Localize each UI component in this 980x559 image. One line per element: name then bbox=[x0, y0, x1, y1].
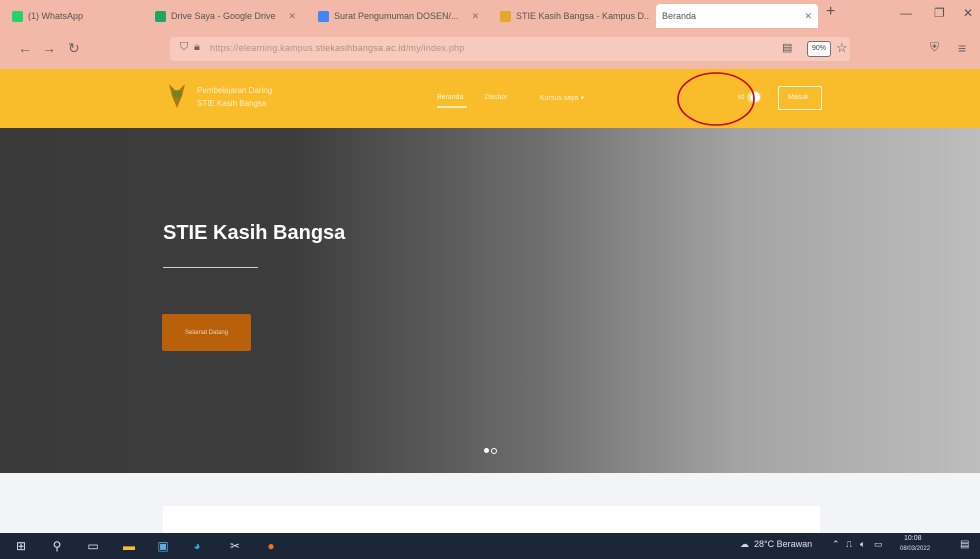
site-header: Pembelajaran Daring STIE Kasih Bangsa Be… bbox=[0, 69, 980, 128]
tab-label: STIE Kasih Bangsa - Kampus D... bbox=[516, 11, 650, 21]
zoom-level[interactable]: 90% bbox=[807, 41, 831, 57]
brand-line-2: STIE Kasih Bangsa bbox=[197, 99, 267, 108]
notification-icon[interactable]: ▤ bbox=[960, 539, 969, 550]
menu-icon[interactable]: ≡ bbox=[958, 40, 966, 56]
windows-taskbar: ⊞ ⚲ ▭ ▬ ▣ ◕ ✂ ● ☁ 28°C Berawan ⌃ ⎍ 🔈︎ ▭ … bbox=[0, 533, 980, 559]
site-icon bbox=[500, 10, 511, 22]
nav-menu: Beranda bbox=[437, 94, 467, 108]
bookmark-star-icon[interactable]: ☆ bbox=[836, 40, 848, 56]
file-explorer-icon[interactable]: ▬ bbox=[122, 539, 136, 553]
hero-divider bbox=[163, 267, 258, 268]
nav-item-dasbor[interactable]: Dasbor bbox=[485, 94, 508, 101]
hero-title: STIE Kasih Bangsa bbox=[163, 222, 346, 244]
tab-google-drive[interactable]: Drive Saya - Google Drive ✕ bbox=[155, 6, 300, 26]
weather-text[interactable]: 28°C Berawan bbox=[754, 539, 812, 549]
active-nav-indicator bbox=[437, 106, 467, 108]
windows-start-icon[interactable]: ⊞ bbox=[14, 539, 28, 553]
tray-chevron-icon[interactable]: ⌃ bbox=[832, 539, 840, 550]
clock-time[interactable]: 10:08 bbox=[904, 535, 922, 542]
back-button[interactable]: ← bbox=[18, 40, 32, 56]
annotation-circle bbox=[677, 72, 755, 126]
reload-button[interactable]: ↻ bbox=[68, 40, 80, 57]
close-icon[interactable]: ✕ bbox=[472, 11, 480, 22]
new-tab-button[interactable]: + bbox=[826, 3, 835, 21]
snip-icon[interactable]: ✂ bbox=[228, 539, 242, 553]
weather-icon: ☁ bbox=[740, 539, 749, 549]
whatsapp-icon bbox=[12, 10, 23, 22]
close-icon[interactable]: ✕ bbox=[804, 11, 812, 22]
tab-label: (1) WhatsApp bbox=[28, 11, 84, 21]
login-button[interactable]: Masuk bbox=[778, 86, 822, 110]
battery-icon[interactable]: ▭ bbox=[874, 539, 883, 550]
firefox-icon[interactable]: ● bbox=[264, 539, 278, 553]
lock-icon: 🔒︎ bbox=[194, 41, 200, 53]
hero-cta-button[interactable]: Selamat Datang bbox=[162, 314, 251, 351]
network-icon[interactable]: ⎍ bbox=[846, 539, 852, 550]
tab-stie-kasih-bangsa[interactable]: STIE Kasih Bangsa - Kampus D... ✕ bbox=[500, 6, 650, 26]
store-icon[interactable]: ▣ bbox=[156, 539, 170, 553]
carousel-dot[interactable] bbox=[491, 448, 497, 454]
clock-date[interactable]: 08/03/2022 bbox=[900, 546, 930, 552]
docs-icon bbox=[318, 10, 329, 22]
edge-icon[interactable]: ◕ bbox=[190, 539, 204, 553]
close-icon[interactable]: ✕ bbox=[289, 11, 297, 22]
search-icon[interactable]: ⚲ bbox=[50, 539, 64, 553]
address-bar[interactable]: ⛉ 🔒︎ https://elearning.kampus.stiekasihb… bbox=[170, 37, 850, 61]
minimize-button[interactable]: — bbox=[900, 6, 912, 20]
close-window-button[interactable]: ✕ bbox=[963, 6, 973, 20]
carousel-dot-active[interactable] bbox=[484, 448, 489, 453]
logo-icon[interactable] bbox=[166, 82, 188, 110]
hero-banner bbox=[0, 128, 980, 473]
task-view-icon[interactable]: ▭ bbox=[86, 539, 100, 553]
volume-icon[interactable]: 🔈︎ bbox=[860, 539, 865, 550]
brand-line-1: Pembelajaran Daring bbox=[197, 86, 273, 95]
restore-button[interactable]: ❐ bbox=[934, 6, 945, 20]
google-drive-icon bbox=[155, 10, 166, 22]
reader-view-icon[interactable]: ▤ bbox=[782, 41, 792, 54]
url-text: https://elearning.kampus.stiekasihbangsa… bbox=[210, 43, 465, 53]
tab-label: Beranda bbox=[662, 11, 697, 21]
browser-tab-strip: (1) WhatsApp Drive Saya - Google Drive ✕… bbox=[0, 0, 980, 30]
tab-surat-pengumuman[interactable]: Surat Pengumuman DOSEN/... ✕ bbox=[318, 6, 490, 26]
login-label: Masuk bbox=[788, 94, 809, 101]
content-card bbox=[163, 506, 820, 536]
nav-item-beranda[interactable]: Beranda bbox=[437, 94, 463, 101]
tab-label: Drive Saya - Google Drive bbox=[171, 11, 276, 21]
tab-whatsapp[interactable]: (1) WhatsApp bbox=[12, 6, 142, 26]
nav-item-kursus-saya[interactable]: Kursus saya ▾ bbox=[540, 94, 584, 102]
shield-icon: ⛉ bbox=[180, 41, 189, 53]
tab-label: Surat Pengumuman DOSEN/... bbox=[334, 11, 459, 21]
forward-button[interactable]: → bbox=[42, 40, 56, 56]
pocket-icon[interactable]: ⛨ bbox=[930, 40, 939, 55]
tab-beranda[interactable]: Beranda ✕ bbox=[656, 4, 818, 28]
browser-nav-bar: ← → ↻ ⛉ 🔒︎ https://elearning.kampus.stie… bbox=[0, 30, 980, 69]
